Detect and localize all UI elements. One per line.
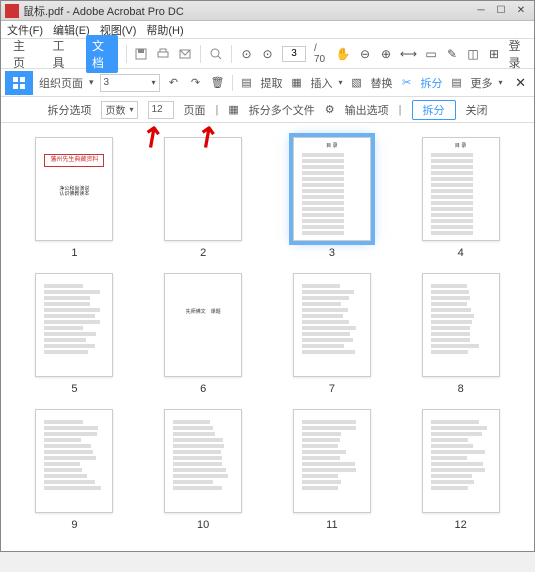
- menubar: 文件(F) 编辑(E) 视图(V) 帮助(H): [1, 21, 534, 39]
- save-icon[interactable]: [134, 46, 148, 62]
- tab-tools[interactable]: 工具: [47, 35, 79, 73]
- stamp-icon[interactable]: ⊞: [488, 46, 501, 62]
- split-multi-button[interactable]: 拆分多个文件: [249, 102, 315, 118]
- output-options-icon: ⚙: [325, 103, 335, 116]
- page-number-label: 8: [458, 383, 464, 395]
- organize-toolbar: 组织页面 ▾ 3▾ ↶ ↷ 🗑 ▤ 提取 ▦ 插入 ▾ ▧ 替换 ✂ 拆分 ▤ …: [1, 69, 534, 97]
- insert-icon: ▦: [289, 75, 305, 91]
- mail-icon[interactable]: [178, 46, 192, 62]
- page-thumbnail[interactable]: 目 录3: [279, 137, 386, 259]
- page-thumbnail[interactable]: 7: [279, 273, 386, 395]
- login-link[interactable]: 登录: [509, 37, 529, 71]
- more-button[interactable]: 更多: [471, 75, 493, 91]
- page-number-input[interactable]: [282, 46, 306, 62]
- scissors-icon: ✂: [399, 75, 415, 91]
- page-thumbnail[interactable]: 藩州先生典藏资料净公和尚演说认识佛教读本1: [21, 137, 128, 259]
- page-number-label: 6: [200, 383, 206, 395]
- fit-width-icon[interactable]: ⟷: [401, 46, 417, 62]
- page-number-label: 3: [329, 247, 335, 259]
- page-number-label: 9: [71, 519, 77, 531]
- page-thumbnail[interactable]: 5: [21, 273, 128, 395]
- print-icon[interactable]: [156, 46, 170, 62]
- tab-document[interactable]: 文档: [86, 35, 118, 73]
- comment-icon[interactable]: ✎: [446, 46, 459, 62]
- page-thumbnail[interactable]: 目 录4: [407, 137, 514, 259]
- highlight-icon[interactable]: ◫: [467, 46, 480, 62]
- zoom-in-icon[interactable]: ⊕: [380, 46, 393, 62]
- app-icon: [5, 4, 19, 18]
- prev-page-icon[interactable]: ⊙: [240, 46, 253, 62]
- extract-button[interactable]: 提取: [261, 75, 283, 91]
- page-select-dropdown[interactable]: 3▾: [100, 74, 160, 92]
- organize-pages-icon[interactable]: [5, 71, 33, 95]
- close-button[interactable]: 关闭: [466, 102, 488, 118]
- page-number-label: 2: [200, 247, 206, 259]
- split-button[interactable]: 拆分: [421, 75, 443, 91]
- page-number-label: 5: [71, 383, 77, 395]
- page-number-label: 11: [326, 519, 337, 531]
- close-window-button[interactable]: ✕: [512, 4, 530, 18]
- window-title: 鼠标.pdf - Adobe Acrobat Pro DC: [23, 3, 470, 19]
- fit-page-icon[interactable]: ▭: [425, 46, 438, 62]
- page-thumbnail[interactable]: 9: [21, 409, 128, 531]
- zoom-out-icon[interactable]: ⊖: [359, 46, 372, 62]
- tab-home[interactable]: 主页: [7, 35, 39, 73]
- page-number-label: 12: [455, 519, 467, 531]
- page-number-label: 7: [329, 383, 335, 395]
- organize-label: 组织页面: [39, 75, 83, 91]
- split-count-input[interactable]: 12: [148, 101, 174, 119]
- page-thumbnail[interactable]: 11: [279, 409, 386, 531]
- page-number-label: 4: [458, 247, 464, 259]
- replace-icon: ▧: [349, 75, 365, 91]
- replace-button[interactable]: 替换: [371, 75, 393, 91]
- next-page-icon[interactable]: ⊙: [261, 46, 274, 62]
- search-icon[interactable]: [209, 46, 223, 62]
- page-thumbnail[interactable]: 8: [407, 273, 514, 395]
- page-total: / 70: [314, 43, 328, 65]
- delete-icon[interactable]: 🗑: [210, 75, 226, 91]
- rotate-left-icon[interactable]: ↶: [166, 75, 182, 91]
- split-multi-icon: ▦: [228, 103, 238, 116]
- main-toolbar: 主页 工具 文档 ⊙ ⊙ / 70 ✋ ⊖ ⊕ ⟷ ▭ ✎ ◫ ⊞ 登录: [1, 39, 534, 69]
- output-options-button[interactable]: 输出选项: [345, 102, 389, 118]
- split-options-label: 拆分选项: [47, 102, 91, 118]
- page-thumbnail[interactable]: 12: [407, 409, 514, 531]
- extract-icon: ▤: [239, 75, 255, 91]
- hand-tool-icon[interactable]: ✋: [336, 46, 351, 62]
- page-number-label: 1: [71, 247, 77, 259]
- rotate-right-icon[interactable]: ↷: [188, 75, 204, 91]
- page-thumbnail[interactable]: 10: [150, 409, 257, 531]
- split-options-toolbar: 拆分选项 页数▾ 12 页面 | ▦ 拆分多个文件 ⚙ 输出选项 | 拆分 关闭: [1, 97, 534, 123]
- page-thumbnail[interactable]: 先师佛文 课题6: [150, 273, 257, 395]
- split-confirm-button[interactable]: 拆分: [412, 100, 456, 120]
- chevron-down-icon[interactable]: ▾: [89, 77, 94, 88]
- maximize-button[interactable]: ☐: [492, 4, 510, 18]
- page-number-label: 10: [197, 519, 209, 531]
- thumbnail-grid-area: 藩州先生典藏资料净公和尚演说认识佛教读本1 2 目 录3目 录4 5 先师佛文 课题6 7…: [1, 123, 534, 551]
- minimize-button[interactable]: ─: [472, 4, 490, 18]
- more-icon: ▤: [449, 75, 465, 91]
- pages-label: 页面: [184, 102, 206, 118]
- split-mode-dropdown[interactable]: 页数▾: [101, 101, 137, 119]
- page-thumbnail[interactable]: 2: [150, 137, 257, 259]
- close-panel-button[interactable]: ✕: [515, 75, 526, 91]
- insert-button[interactable]: 插入: [311, 75, 333, 91]
- menu-help[interactable]: 帮助(H): [146, 22, 183, 38]
